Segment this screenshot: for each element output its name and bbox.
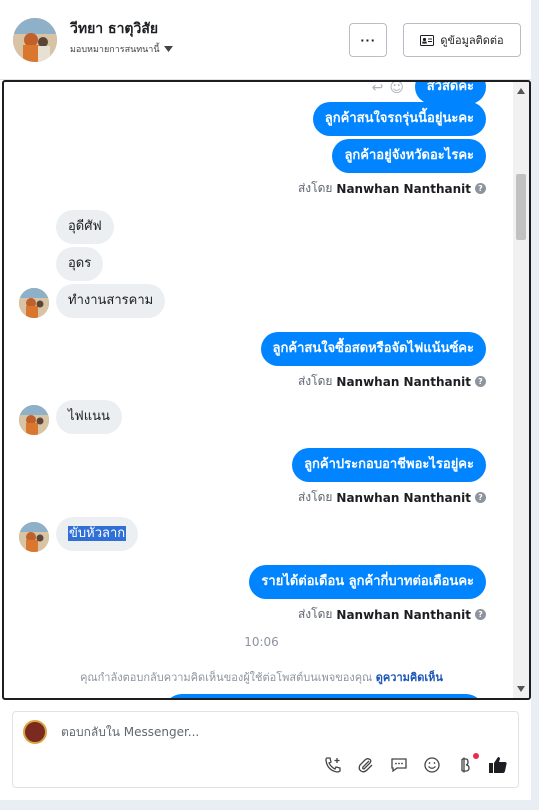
sender-avatar[interactable] [19, 522, 49, 552]
message-text: ลูกค้าสนใจซื้อสดหรือจัดไฟแน้นซ์คะ [272, 341, 474, 356]
message-outgoing[interactable]: รายได้ต่อเดือน ลูกค้ากี่บาทต่อเดือนคะ [249, 565, 486, 599]
assign-conversation[interactable]: มอบหมายการสนทนานี้ [70, 42, 173, 56]
message-text: อุดีศัฟ [68, 219, 102, 234]
caret-down-icon [163, 46, 173, 52]
page-avatar [23, 720, 47, 744]
call-icon[interactable] [323, 755, 343, 775]
message-incoming[interactable]: ไฟแนน [56, 400, 122, 434]
message-outgoing[interactable]: ลูกค้าสนใจรถรุ่นนี้อยู่นะคะ [312, 102, 486, 136]
contact-name[interactable]: วีทยา ธาตุวิสัย [70, 18, 158, 40]
message-text: สวัสดีค่ะ [426, 80, 474, 94]
help-icon[interactable]: ? [475, 609, 486, 620]
conversation-panel: วีทยา ธาตุวิสัย มอบหมายการสนทนานี้ ··· ด… [0, 0, 531, 800]
scroll-thumb[interactable] [516, 174, 526, 240]
more-label: ··· [360, 33, 376, 47]
agent-name: Nanwhan Nanthanit [336, 490, 471, 505]
sent-prefix: ส่งโดย [297, 607, 333, 621]
sender-avatar[interactable] [19, 288, 49, 318]
assign-label: มอบหมายการสนทนานี้ [70, 45, 160, 55]
sent-by-label: ส่งโดย Nanwhan Nanthanit ? [298, 488, 486, 507]
view-contact-label: ดูข้อมูลติดต่อ [440, 34, 504, 47]
like-icon[interactable] [488, 755, 508, 775]
message-text-selected: ขับหัวลาก [68, 526, 127, 541]
payment-icon[interactable] [455, 753, 479, 775]
thread-scrollbar[interactable] [513, 82, 529, 698]
react-emoji-icon[interactable]: ☺ [389, 82, 404, 96]
sent-by-label: ส่งโดย Nanwhan Nanthanit ? [298, 372, 486, 391]
message-incoming[interactable]: ขับหัวลาก [56, 517, 139, 551]
message-text: ลูกค้าสนใจรถรุ่นนี้อยู่นะคะ [324, 111, 474, 126]
comment-reply-notice: คุณกำลังตอบกลับความคิดเห็นของผู้ใช้ต่อโพ… [4, 668, 519, 686]
message-text: ไฟแนน [68, 409, 110, 424]
message-thread[interactable]: สวัสดีค่ะ ↩ ☺ ลูกค้าสนใจรถรุ่นนี้อยู่นะค… [2, 80, 531, 700]
sent-prefix: ส่งโดย [297, 374, 333, 388]
message-actions: ↩ ☺ [372, 82, 404, 96]
message-outgoing-partial[interactable] [164, 694, 484, 698]
message-text: อุดร [68, 256, 92, 271]
message-text: ทำงานสารคาม [68, 293, 154, 308]
message-outgoing[interactable]: ลูกค้าอยู่จังหวัดอะไรคะ [332, 139, 486, 173]
sent-prefix: ส่งโดย [297, 490, 333, 504]
sender-avatar[interactable] [19, 405, 49, 435]
scroll-up-arrow[interactable] [517, 88, 525, 94]
message-incoming[interactable]: อุดีศัฟ [56, 210, 114, 244]
message-incoming[interactable]: ทำงานสารคาม [56, 284, 166, 318]
notice-text: คุณกำลังตอบกลับความคิดเห็นของผู้ใช้ต่อโพ… [80, 671, 373, 684]
conversation-header: วีทยา ธาตุวิสัย มอบหมายการสนทนานี้ ··· ด… [0, 0, 531, 80]
composer-toolbar [323, 753, 508, 775]
message-text: ลูกค้าอยู่จังหวัดอะไรคะ [344, 148, 474, 163]
message-outgoing[interactable]: ลูกค้าสนใจซื้อสดหรือจัดไฟแน้นซ์คะ [260, 332, 486, 366]
agent-name: Nanwhan Nanthanit [336, 607, 471, 622]
sent-by-label: ส่งโดย Nanwhan Nanthanit ? [298, 179, 486, 198]
reply-icon[interactable]: ↩ [372, 82, 384, 96]
message-outgoing-partial[interactable]: สวัสดีค่ะ [414, 80, 486, 104]
scroll-down-arrow[interactable] [517, 686, 525, 692]
message-composer [12, 711, 519, 788]
reply-input[interactable] [59, 720, 499, 744]
agent-name: Nanwhan Nanthanit [336, 181, 471, 196]
view-comment-link[interactable]: ดูความคิดเห็น [376, 671, 443, 684]
attachment-icon[interactable] [356, 755, 376, 775]
view-contact-button[interactable]: ดูข้อมูลติดต่อ [403, 23, 521, 57]
message-incoming[interactable]: อุดร [56, 247, 104, 281]
help-icon[interactable]: ? [475, 183, 486, 194]
notification-dot [473, 753, 479, 759]
contact-card-icon [420, 34, 435, 46]
message-text: ลูกค้าประกอบอาชีพอะไรอยู่คะ [304, 457, 474, 472]
sent-by-label: ส่งโดย Nanwhan Nanthanit ? [298, 605, 486, 624]
message-outgoing[interactable]: ลูกค้าประกอบอาชีพอะไรอยู่คะ [292, 448, 486, 482]
timestamp: 10:06 [244, 635, 279, 649]
message-text: รายได้ต่อเดือน ลูกค้ากี่บาทต่อเดือนคะ [261, 574, 474, 589]
sent-prefix: ส่งโดย [297, 181, 333, 195]
agent-name: Nanwhan Nanthanit [336, 374, 471, 389]
contact-avatar[interactable] [13, 18, 57, 62]
emoji-icon[interactable] [422, 755, 442, 775]
help-icon[interactable]: ? [475, 492, 486, 503]
help-icon[interactable]: ? [475, 376, 486, 387]
more-options-button[interactable]: ··· [349, 23, 387, 57]
saved-replies-icon[interactable] [389, 755, 409, 775]
